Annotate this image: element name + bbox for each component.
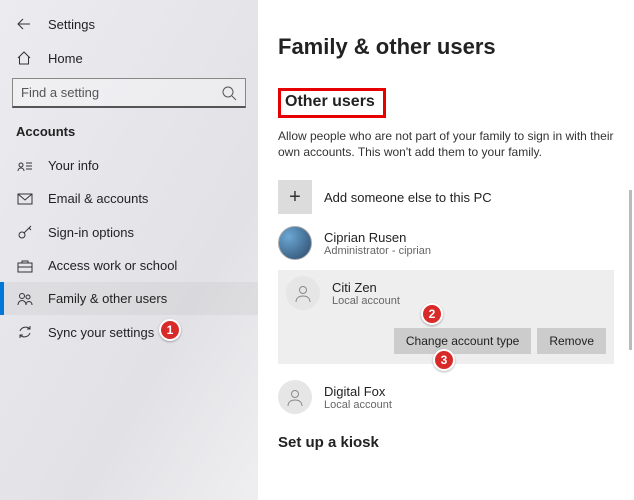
people-icon [16, 292, 34, 306]
sync-icon [16, 324, 34, 340]
scrollbar[interactable] [629, 190, 632, 350]
user-name: Ciprian Rusen [324, 230, 431, 245]
user-row[interactable]: Ciprian Rusen Administrator - ciprian [278, 220, 614, 266]
user-sub: Administrator - ciprian [324, 245, 431, 257]
annotation-badge-3: 3 [433, 349, 455, 371]
user-card-icon [16, 160, 34, 172]
section-label: Accounts [0, 120, 258, 149]
nav-label: Your info [48, 158, 99, 173]
back-button[interactable] [12, 12, 36, 36]
avatar-placeholder-icon [278, 380, 312, 414]
annotation-badge-2: 2 [421, 303, 443, 325]
search-input[interactable] [21, 85, 221, 100]
nav-label: Sign-in options [48, 225, 134, 240]
avatar-photo [278, 226, 312, 260]
home-nav[interactable]: Home [0, 44, 258, 74]
add-user-label: Add someone else to this PC [324, 190, 492, 205]
page-title: Family & other users [278, 34, 614, 60]
nav-label: Access work or school [48, 258, 177, 273]
avatar-placeholder-icon [286, 276, 320, 310]
mail-icon [16, 193, 34, 205]
change-account-type-button[interactable]: Change account type [394, 328, 531, 354]
kiosk-heading: Set up a kiosk [278, 434, 614, 451]
nav-label: Email & accounts [48, 191, 148, 206]
annotation-badge-1: 1 [159, 319, 181, 341]
user-sub: Local account [324, 399, 392, 411]
nav-label: Family & other users [48, 291, 167, 306]
highlight-box: Other users [278, 88, 386, 118]
user-name: Digital Fox [324, 384, 392, 399]
nav-work-school[interactable]: Access work or school [0, 249, 258, 282]
search-icon [221, 85, 237, 101]
settings-title: Settings [48, 17, 95, 32]
plus-icon: + [278, 180, 312, 214]
nav-email-accounts[interactable]: Email & accounts [0, 182, 258, 215]
sidebar: Settings Home Accounts Your info Email &… [0, 0, 258, 500]
home-icon [16, 50, 34, 66]
nav-family-other-users[interactable]: Family & other users [0, 282, 258, 315]
add-user-row[interactable]: + Add someone else to this PC [278, 174, 614, 220]
user-name: Citi Zen [332, 280, 400, 295]
key-icon [16, 224, 34, 240]
briefcase-icon [16, 259, 34, 273]
other-users-description: Allow people who are not part of your fa… [278, 128, 614, 160]
other-users-heading: Other users [285, 93, 375, 111]
nav-sync-settings[interactable]: Sync your settings [0, 315, 258, 349]
user-row[interactable]: Digital Fox Local account [278, 374, 614, 420]
nav-your-info[interactable]: Your info [0, 149, 258, 182]
main-panel: Family & other users Other users Allow p… [258, 0, 634, 500]
nav-signin-options[interactable]: Sign-in options [0, 215, 258, 249]
remove-button[interactable]: Remove [537, 328, 606, 354]
home-label: Home [48, 51, 83, 66]
nav-label: Sync your settings [48, 325, 154, 340]
search-box[interactable] [12, 78, 246, 108]
user-row[interactable]: Citi Zen Local account [286, 276, 606, 310]
user-sub: Local account [332, 295, 400, 307]
